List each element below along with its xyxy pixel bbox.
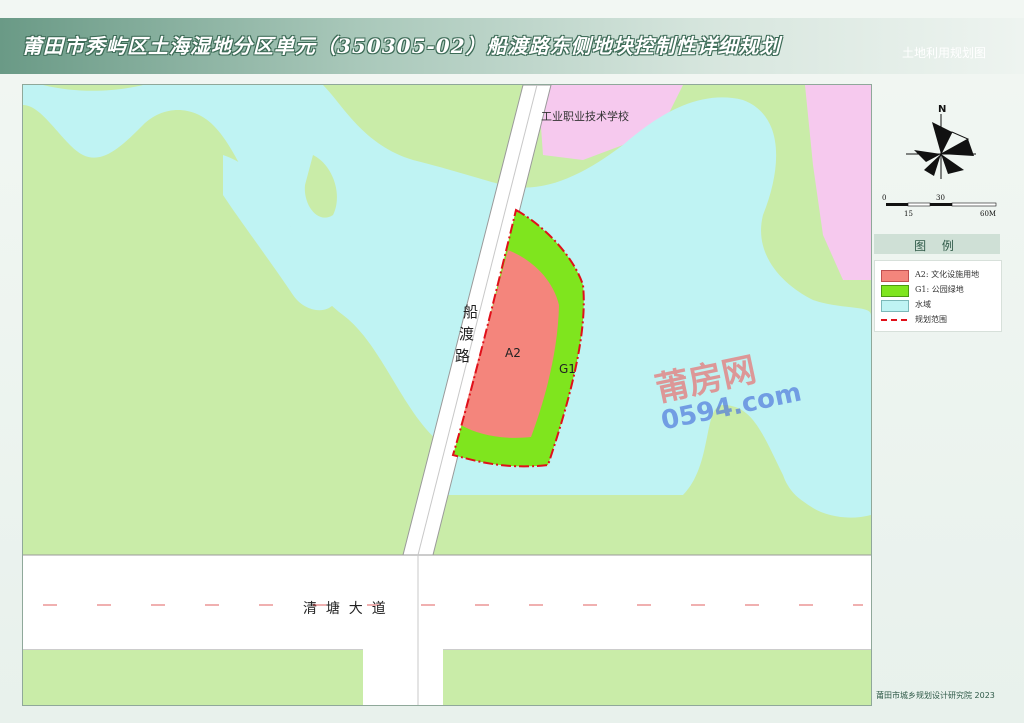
legend-label: 规划范围 (915, 315, 947, 324)
parcel-g1-label: G1 (559, 362, 576, 376)
school-label: 工业职业技术学校 (541, 109, 629, 123)
scale-tick: 0 (882, 194, 886, 202)
scale-segment (907, 202, 931, 207)
scale-tick: 15 (904, 210, 913, 218)
road-label-char-3: 路 (455, 347, 470, 365)
scale-segment (886, 203, 908, 206)
map-subtitle: 土地利用规划图 (902, 46, 987, 60)
road-label-char-1: 船 (463, 303, 478, 321)
green-strip-south (23, 650, 363, 705)
map-sheet: 莆田市秀屿区土海湿地分区单元（350305-02）船渡路东侧地块控制性详细规划 … (0, 0, 1024, 723)
footer-credit: 莆田市城乡规划设计研究院 2023 (876, 691, 995, 700)
scale-tick: 30 (936, 194, 945, 202)
legend-swatch (881, 285, 909, 297)
parcel-a2-label: A2 (505, 346, 521, 360)
legend-swatch (881, 300, 909, 312)
legend-label: G1: 公园绿地 (915, 285, 964, 294)
legend-swatch (881, 270, 909, 282)
road-label-char-2: 渡 (459, 325, 474, 343)
legend-label: A2: 文化设施用地 (915, 270, 980, 279)
map-title: 莆田市秀屿区土海湿地分区单元（350305-02）船渡路东侧地块控制性详细规划 (22, 34, 781, 58)
scale-segment (930, 203, 952, 206)
avenue-label: 清 塘 大 道 (303, 601, 386, 617)
legend-swatch (881, 319, 907, 321)
sidebar-panel: N 0 30 15 60M 图 例 A2: 文化设施用地 G1: 公园绿地 水域… (874, 84, 1002, 704)
legend: A2: 文化设施用地 G1: 公园绿地 水域 规划范围 (874, 260, 1002, 332)
scale-tick: 60M (980, 210, 996, 218)
scale-segment (951, 202, 997, 207)
green-strip-south (443, 650, 871, 705)
north-label: N (938, 104, 946, 115)
legend-title: 图 例 (914, 239, 960, 253)
compass-and-scale: N 0 30 15 60M (882, 104, 997, 218)
wind-rose-petal (941, 154, 964, 174)
legend-label: 水域 (915, 300, 931, 309)
